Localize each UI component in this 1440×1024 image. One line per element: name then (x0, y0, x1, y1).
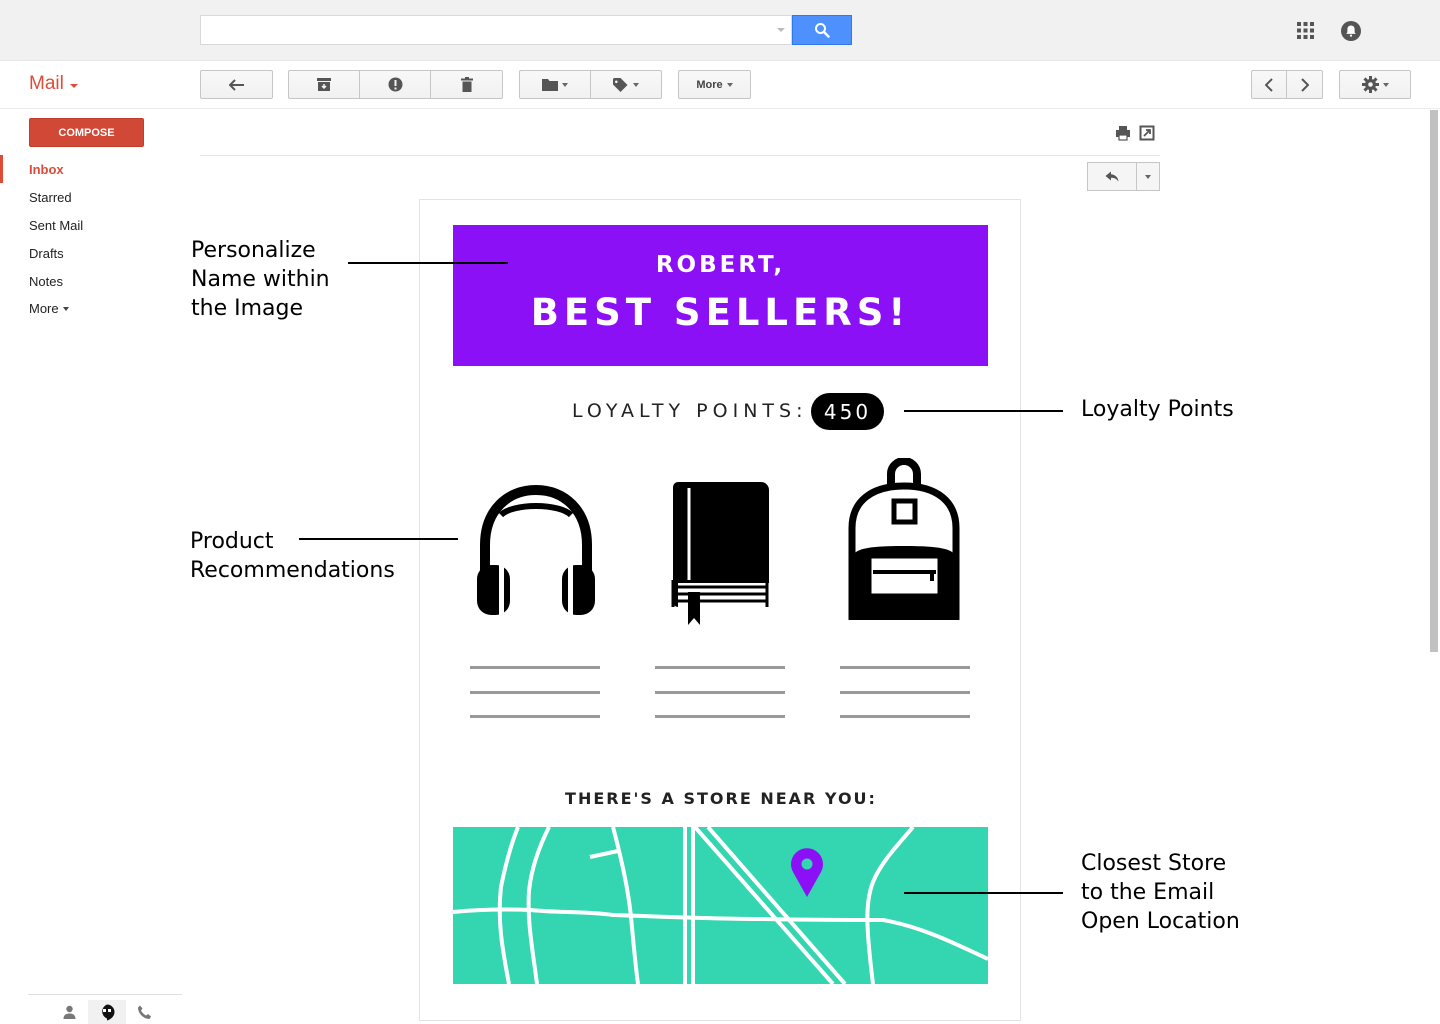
sidebar-item-inbox[interactable]: Inbox (29, 162, 64, 177)
chevron-down-icon (69, 83, 78, 88)
chevron-down-icon (1145, 174, 1151, 179)
store-heading: THERE'S A STORE NEAR YOU: (0, 789, 1440, 808)
hero-headline: BEST SELLERS! (530, 291, 911, 334)
annotation-leader-line (348, 262, 508, 264)
chevron-down-icon (633, 82, 639, 87)
print-icon[interactable] (1115, 125, 1131, 141)
top-bar (0, 0, 1440, 61)
apps-icon[interactable] (1297, 22, 1314, 39)
back-arrow-icon (228, 78, 244, 91)
headphones-icon (477, 485, 595, 615)
product-text-placeholder (470, 666, 600, 722)
book-icon (671, 482, 769, 625)
sidebar-item-more-label: More (29, 301, 59, 316)
labels-button[interactable] (590, 70, 662, 99)
notifications-icon[interactable] (1341, 21, 1361, 41)
mail-label: Mail (29, 73, 64, 94)
sidebar-bottom-divider (28, 994, 182, 995)
search-input[interactable] (200, 15, 792, 45)
loyalty-points-label: LOYALTY POINTS: (572, 400, 808, 422)
chevron-down-icon (726, 82, 733, 87)
annotation-products: Product Recommendations (190, 527, 395, 585)
archive-button[interactable] (288, 70, 360, 99)
phone-button[interactable] (125, 1000, 163, 1024)
annotation-line: Product (190, 529, 274, 554)
move-to-button[interactable] (519, 70, 591, 99)
annotation-leader-line (904, 410, 1063, 412)
annotation-store: Closest Store to the Email Open Location (1081, 849, 1240, 936)
annotation-leader-line (904, 892, 1063, 894)
contacts-icon (63, 1005, 75, 1019)
new-window-icon[interactable] (1139, 125, 1155, 141)
delete-icon (460, 77, 473, 92)
newer-button[interactable] (1251, 70, 1287, 99)
personalized-hero-banner: ROBERT, BEST SELLERS! (453, 225, 988, 366)
backpack-icon (848, 458, 960, 620)
label-icon (613, 77, 628, 92)
reply-options-dropdown[interactable] (1137, 163, 1159, 190)
product-text-placeholder (840, 666, 970, 722)
search-icon (815, 23, 830, 38)
more-actions-button[interactable]: More (678, 70, 751, 99)
folder-icon (542, 79, 558, 91)
compose-button[interactable]: COMPOSE (29, 118, 144, 147)
sidebar-item-sent-mail[interactable]: Sent Mail (29, 218, 83, 233)
annotation-line: Recommendations (190, 558, 395, 583)
annotation-line: Loyalty Points (1081, 397, 1234, 422)
delete-button[interactable] (430, 70, 503, 99)
loyalty-points-value: 450 (811, 393, 884, 430)
annotation-line: the Image (191, 296, 303, 321)
back-button[interactable] (200, 70, 273, 99)
archive-icon (317, 78, 331, 91)
chevron-down-icon (1382, 82, 1389, 87)
sidebar-item-starred[interactable]: Starred (29, 190, 72, 205)
search-button[interactable] (792, 15, 852, 45)
product-text-placeholder (655, 666, 785, 722)
reply-icon (1105, 171, 1119, 182)
search-options-dropdown[interactable] (777, 28, 785, 32)
hangouts-button[interactable] (88, 1000, 126, 1024)
annotation-line: Closest Store (1081, 851, 1227, 876)
reply-button-group[interactable] (1087, 162, 1160, 191)
hangouts-icon (102, 1004, 115, 1020)
report-spam-button[interactable] (359, 70, 431, 99)
map-pin-icon (791, 848, 823, 897)
annotation-loyalty: Loyalty Points (1081, 395, 1234, 424)
phone-icon (137, 1005, 151, 1019)
mail-menu[interactable]: Mail (29, 73, 78, 95)
active-nav-marker (0, 155, 3, 183)
sidebar-item-drafts[interactable]: Drafts (29, 246, 64, 261)
annotation-line: Open Location (1081, 909, 1240, 934)
spam-icon (388, 77, 402, 92)
chevron-down-icon (62, 306, 69, 311)
annotation-line: Personalize (191, 238, 316, 263)
annotation-leader-line (299, 538, 458, 540)
hero-recipient-name: ROBERT, (655, 252, 786, 278)
settings-button[interactable] (1339, 70, 1411, 99)
annotation-line: Name within (191, 267, 330, 292)
next-icon (1300, 77, 1309, 92)
reply-button[interactable] (1088, 163, 1137, 190)
toolbar-divider (0, 108, 1440, 109)
sidebar-item-more[interactable]: More (29, 301, 69, 316)
prev-icon (1265, 77, 1273, 92)
annotation-line: to the Email (1081, 880, 1215, 905)
annotation-personalize: Personalize Name within the Image (191, 236, 330, 323)
older-button[interactable] (1286, 70, 1323, 99)
store-map (453, 827, 988, 984)
store-heading-text: THERE'S A STORE NEAR YOU: (565, 789, 877, 808)
sidebar-item-notes[interactable]: Notes (29, 274, 63, 289)
chevron-down-icon (562, 82, 568, 87)
settings-icon (1361, 76, 1379, 93)
message-header-divider (200, 155, 1160, 156)
contacts-button[interactable] (50, 1000, 88, 1024)
scrollbar[interactable] (1430, 110, 1438, 652)
more-actions-label: More (696, 78, 723, 91)
